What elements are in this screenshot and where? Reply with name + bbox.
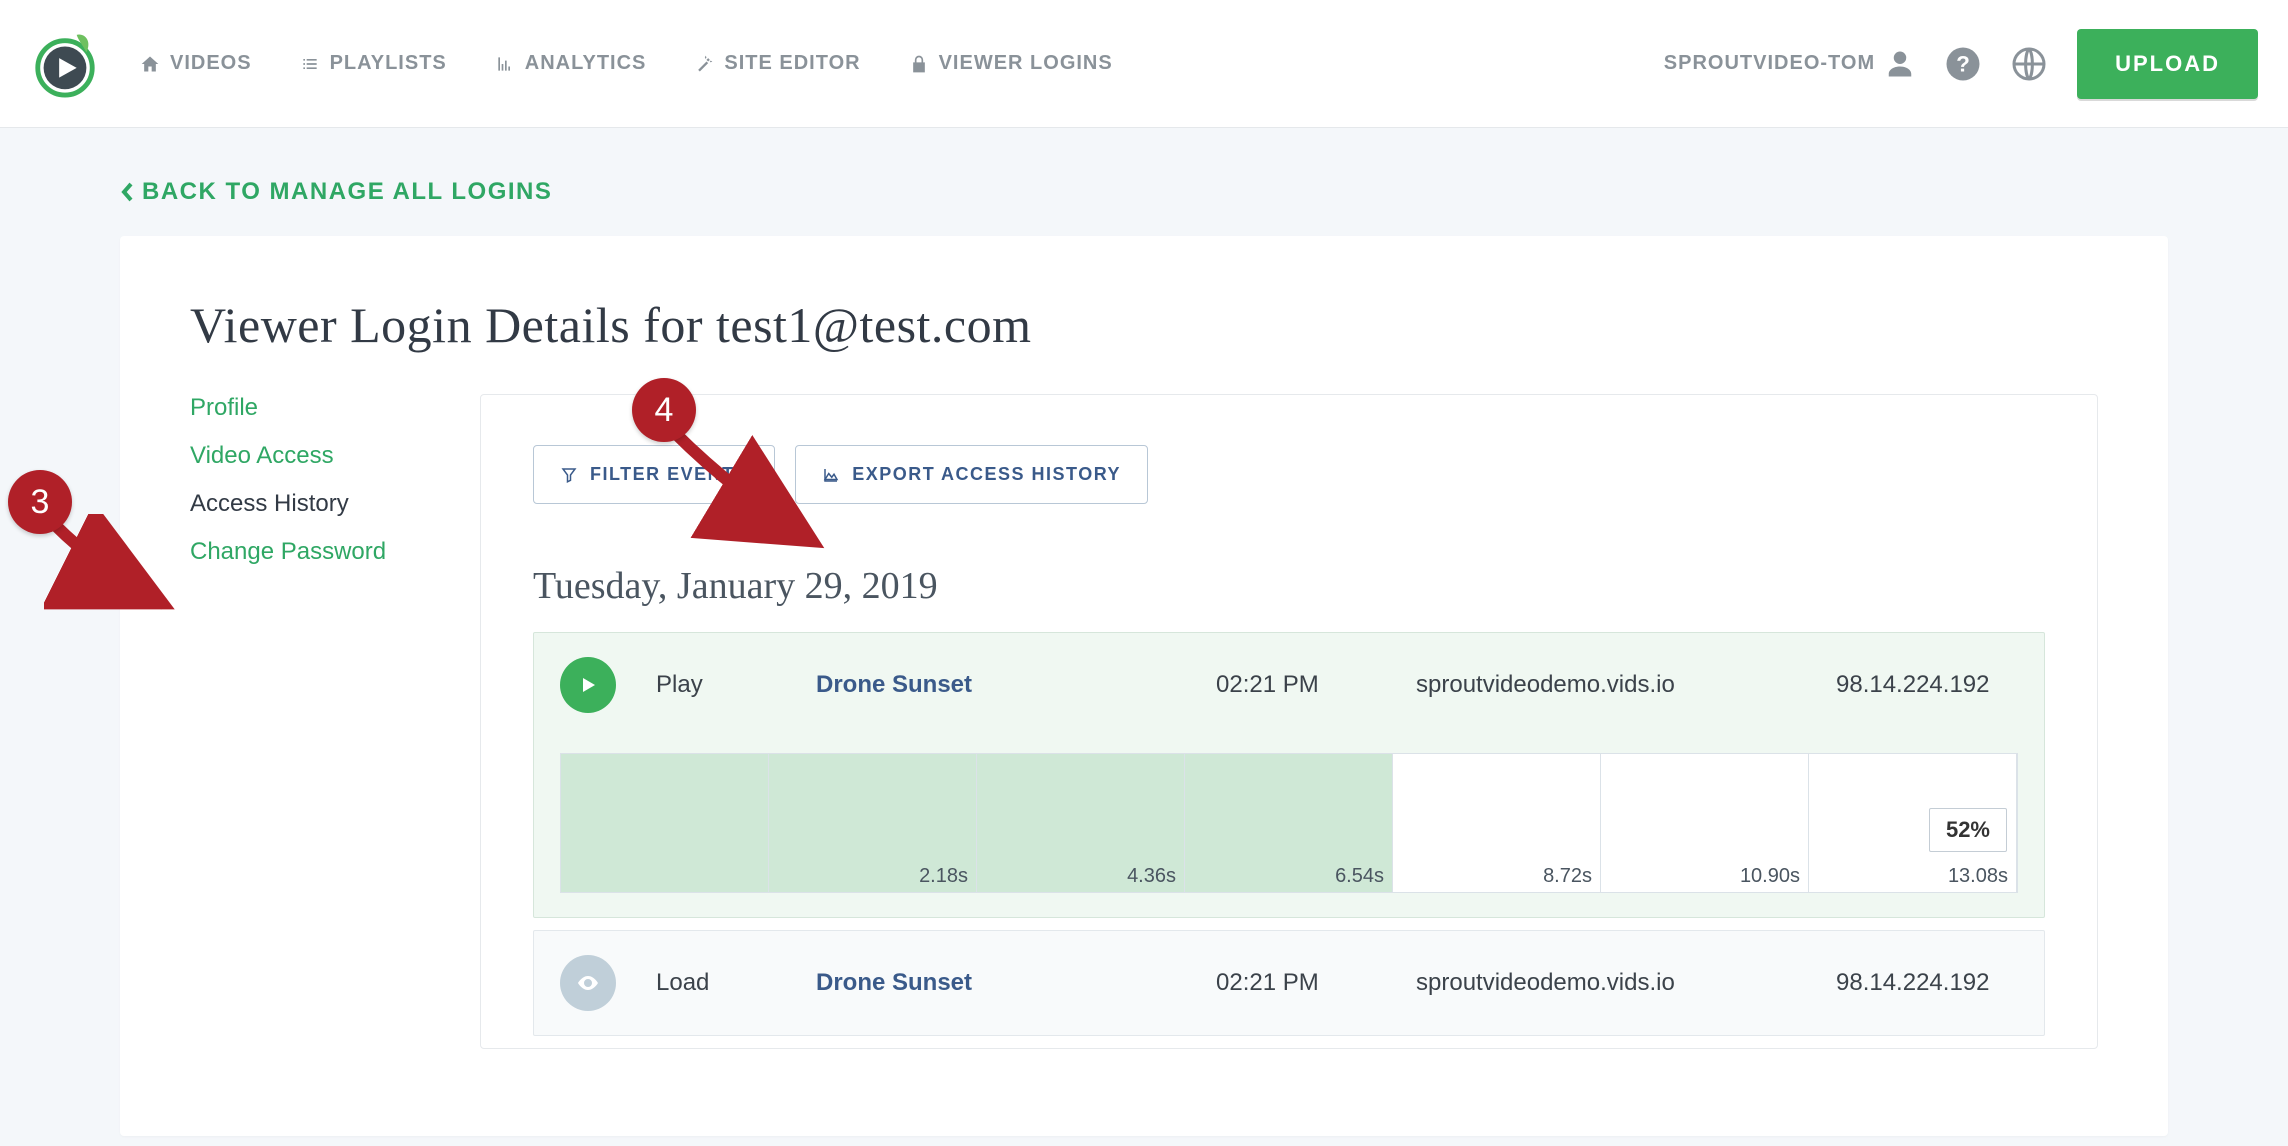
svg-text:?: ? [1956,51,1970,76]
timeline-segment: 2.18s [769,754,977,892]
progress-badge: 52% [1929,808,2007,852]
nav-label: PLAYLISTS [330,52,447,75]
nav-viewer-logins[interactable]: VIEWER LOGINS [909,52,1113,75]
eye-icon [560,955,616,1011]
event-time: 02:21 PM [1216,969,1376,997]
upload-button[interactable]: UPLOAD [2077,29,2258,99]
export-history-button[interactable]: EXPORT ACCESS HISTORY [795,445,1148,504]
event-row: Play Drone Sunset 02:21 PM sproutvideode… [560,657,2018,713]
lock-icon [909,54,929,74]
nav-site-editor[interactable]: SITE EDITOR [694,52,860,75]
event-ip: 98.14.224.192 [1836,671,2018,699]
tab-video-access[interactable]: Video Access [190,442,440,470]
user-icon [1885,49,1915,79]
annotation-step-3: 3 [8,470,72,534]
event-play: Play Drone Sunset 02:21 PM sproutvideode… [533,632,2045,918]
event-time: 02:21 PM [1216,671,1376,699]
content-row: Profile Video Access Access History Chan… [190,394,2098,1049]
event-load: Load Drone Sunset 02:21 PM sproutvideode… [533,930,2045,1036]
annotation-arrow-3 [44,514,184,634]
event-domain: sproutvideodemo.vids.io [1416,969,1796,997]
tick-label: 10.90s [1740,865,1800,888]
nav-label: ANALYTICS [525,52,647,75]
tick-label: 6.54s [1335,865,1384,888]
back-link-label: BACK TO MANAGE ALL LOGINS [142,178,552,206]
globe-icon[interactable] [2011,46,2047,82]
nav-label: VIEWER LOGINS [939,52,1113,75]
nav-videos[interactable]: VIDEOS [140,52,252,75]
engagement-timeline: 2.18s 4.36s 6.54s 8.72s 10.90s 13.08s 52… [560,753,2018,893]
side-tabs: Profile Video Access Access History Chan… [190,394,440,1049]
tab-profile[interactable]: Profile [190,394,440,422]
timeline-segment [561,754,769,892]
event-ip: 98.14.224.192 [1836,969,2018,997]
play-icon [560,657,616,713]
nav-analytics[interactable]: ANALYTICS [495,52,647,75]
tick-label: 13.08s [1948,865,2008,888]
tick-label: 4.36s [1127,865,1176,888]
event-domain: sproutvideodemo.vids.io [1416,671,1796,699]
event-type: Load [656,969,776,997]
tab-access-history[interactable]: Access History [190,490,440,518]
annotation-arrow-4 [664,422,844,572]
event-video-link[interactable]: Drone Sunset [816,671,1176,699]
user-menu[interactable]: SPROUTVIDEO-TOM [1664,49,1915,79]
nav-label: VIDEOS [170,52,252,75]
annotation-step-4: 4 [632,378,696,442]
topbar-right: SPROUTVIDEO-TOM ? UPLOAD [1664,29,2258,99]
event-row: Load Drone Sunset 02:21 PM sproutvideode… [560,955,2018,1011]
timeline-segment: 10.90s [1601,754,1809,892]
nav-label: SITE EDITOR [724,52,860,75]
tab-change-password[interactable]: Change Password [190,538,440,566]
topbar: VIDEOS PLAYLISTS ANALYTICS SITE EDITOR V… [0,0,2288,128]
wand-icon [694,54,714,74]
list-icon [300,54,320,74]
button-label: EXPORT ACCESS HISTORY [852,464,1121,485]
event-type: Play [656,671,776,699]
timeline-segment: 4.36s [977,754,1185,892]
user-name: SPROUTVIDEO-TOM [1664,52,1875,75]
main-nav: VIDEOS PLAYLISTS ANALYTICS SITE EDITOR V… [140,52,1664,75]
filter-icon [560,466,578,484]
back-link[interactable]: BACK TO MANAGE ALL LOGINS [120,178,2288,206]
chevron-left-icon [120,180,136,204]
home-icon [140,54,160,74]
timeline-segment: 8.72s [1393,754,1601,892]
nav-playlists[interactable]: PLAYLISTS [300,52,447,75]
help-icon[interactable]: ? [1945,46,1981,82]
timeline-segment: 6.54s [1185,754,1393,892]
page-title: Viewer Login Details for test1@test.com [190,296,2098,354]
chart-icon [495,54,515,74]
tick-label: 2.18s [919,865,968,888]
logo[interactable] [30,29,100,99]
tick-label: 8.72s [1543,865,1592,888]
main-card: Viewer Login Details for test1@test.com … [120,236,2168,1136]
event-video-link[interactable]: Drone Sunset [816,969,1176,997]
